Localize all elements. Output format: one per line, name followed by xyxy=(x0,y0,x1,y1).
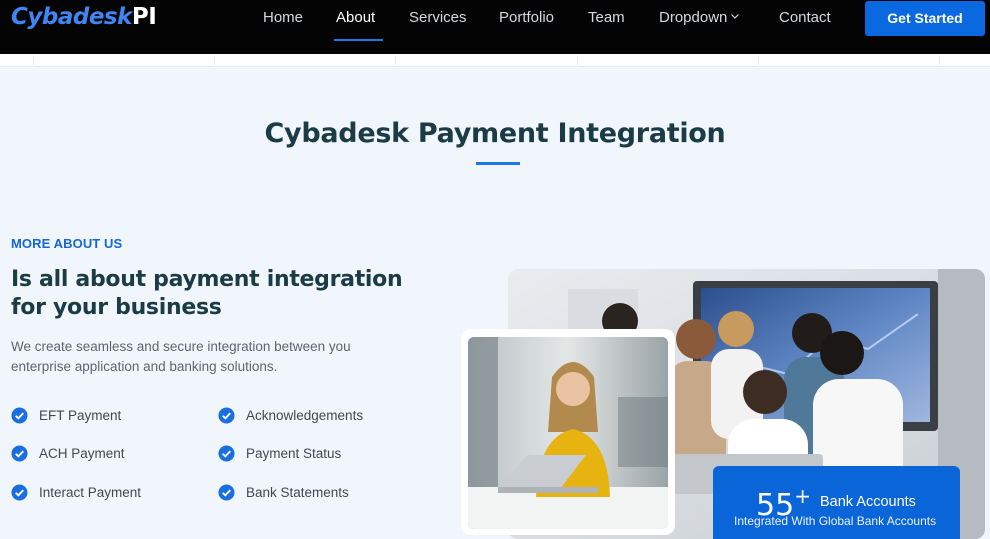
feature-label: Interact Payment xyxy=(39,485,142,500)
nav-home[interactable]: Home xyxy=(263,9,303,26)
section-title-underline xyxy=(476,162,520,165)
about-headline: Is all about payment integration for you… xyxy=(11,267,403,320)
nav-services[interactable]: Services xyxy=(409,9,467,26)
check-circle-icon xyxy=(218,445,235,462)
check-circle-icon xyxy=(11,484,28,501)
check-circle-icon xyxy=(11,445,28,462)
header-divider-strip xyxy=(0,54,990,67)
nav-dropdown-label: Dropdown xyxy=(659,9,728,26)
feature-label: Acknowledgements xyxy=(246,408,364,423)
nav-portfolio[interactable]: Portfolio xyxy=(499,9,554,26)
section-title: Cybadesk Payment Integration xyxy=(264,118,726,149)
nav-team[interactable]: Team xyxy=(588,9,625,26)
about-description: We create seamless and secure integratio… xyxy=(11,339,351,374)
stat-card: 55+ Bank Accounts Integrated With Global… xyxy=(713,466,960,539)
nav-dropdown[interactable]: Dropdown xyxy=(659,9,740,26)
stat-label: Bank Accounts xyxy=(820,494,916,510)
feature-label: Payment Status xyxy=(246,446,342,461)
feature-label: EFT Payment xyxy=(39,408,122,423)
check-circle-icon xyxy=(218,484,235,501)
top-navbar: CybadeskPI Home About Services Portfolio… xyxy=(0,0,990,54)
stat-plus: + xyxy=(794,484,811,508)
feature-label: Bank Statements xyxy=(246,485,349,500)
brand-logo[interactable]: CybadeskPI xyxy=(11,4,157,30)
brand-logo-text-secondary: PI xyxy=(131,4,157,30)
feature-label: ACH Payment xyxy=(39,446,125,461)
about-eyebrow: MORE ABOUT US xyxy=(11,236,123,251)
stat-sublabel: Integrated With Global Bank Accounts xyxy=(734,514,937,528)
active-nav-indicator xyxy=(334,39,383,41)
check-circle-icon xyxy=(11,407,28,424)
brand-logo-text-primary: Cybadesk xyxy=(11,4,132,30)
woman-laptop-photo xyxy=(468,337,668,529)
check-circle-icon xyxy=(218,407,235,424)
get-started-button[interactable]: Get Started xyxy=(865,1,985,36)
nav-about[interactable]: About xyxy=(336,9,375,26)
nav-contact[interactable]: Contact xyxy=(779,9,831,26)
chevron-down-icon xyxy=(731,14,740,19)
